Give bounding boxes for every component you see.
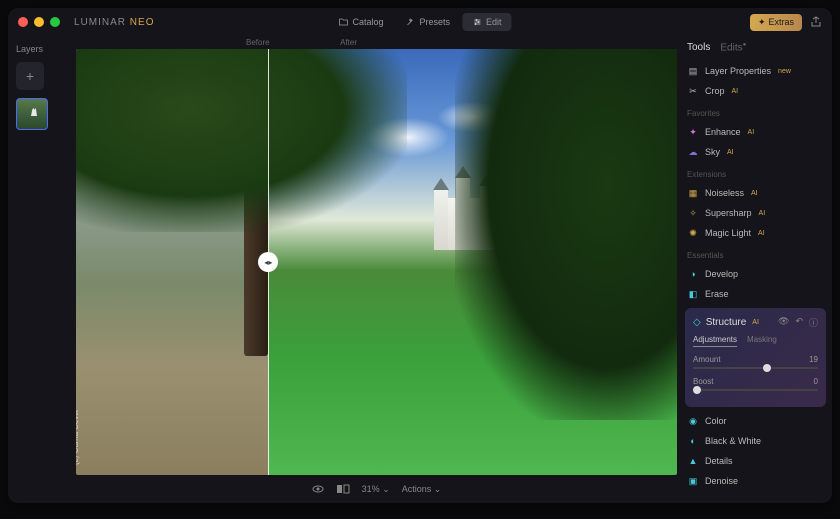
crop-icon: ✂ — [687, 85, 699, 97]
fullscreen-window-button[interactable] — [50, 17, 60, 27]
sharpen-icon: ✧ — [687, 207, 699, 219]
crop-tool[interactable]: ✂CropAI — [687, 81, 824, 101]
amount-slider-row: Amount 19 — [693, 355, 818, 369]
compare-labels: Before After — [76, 36, 677, 49]
color-icon: ◉ — [687, 415, 699, 427]
tab-edits[interactable]: Edits● — [720, 42, 746, 53]
presets-tab[interactable]: Presets — [396, 13, 461, 31]
chevron-down-icon: ⌄ — [434, 484, 442, 494]
eraser-icon: ◧ — [687, 288, 699, 300]
split-view-icon — [336, 484, 350, 494]
amount-slider[interactable] — [693, 367, 818, 369]
minimize-window-button[interactable] — [34, 17, 44, 27]
magic-light-tool[interactable]: ✺Magic LightAI — [687, 223, 824, 243]
amount-value: 19 — [809, 355, 818, 364]
sparkle-icon: ✦ — [687, 126, 699, 138]
denoise-tool[interactable]: ▣Denoise — [687, 471, 824, 491]
compare-handle[interactable]: ◂▸ — [258, 252, 278, 272]
color-tool[interactable]: ◉Color — [687, 411, 824, 431]
chevron-down-icon: ⌄ — [382, 484, 390, 494]
canvas-area: Before After ◂▸ (c) Cuma Cevik — [76, 36, 677, 503]
add-layer-button[interactable]: + — [16, 62, 44, 90]
zoom-level[interactable]: 31% ⌄ — [362, 484, 390, 495]
actions-menu[interactable]: Actions ⌄ — [402, 484, 442, 495]
boost-label: Boost — [693, 377, 713, 386]
sparkle-icon: ✦ — [758, 17, 766, 28]
folder-icon — [338, 17, 348, 27]
panel-tabs: Tools Edits● — [687, 42, 824, 53]
favorites-section: Favorites — [687, 109, 824, 118]
essentials-section: Essentials — [687, 251, 824, 260]
bw-tool[interactable]: ◐Black & White — [687, 431, 824, 451]
compare-mode-button[interactable] — [336, 484, 350, 494]
layers-icon: ▤ — [687, 65, 699, 77]
details-icon: ▲ — [687, 455, 699, 467]
visibility-icon[interactable]: 👁 — [778, 316, 789, 329]
light-icon: ✺ — [687, 227, 699, 239]
boost-slider-row: Boost 0 — [693, 377, 818, 391]
close-window-button[interactable] — [18, 17, 28, 27]
denoise-icon: ▣ — [687, 475, 699, 487]
tree-canopy-left — [76, 49, 407, 232]
after-label: After — [340, 38, 357, 47]
wand-icon — [406, 17, 416, 27]
layer-thumbnail[interactable] — [16, 98, 48, 130]
structure-icon: ◇ — [693, 317, 701, 328]
develop-icon: ◑ — [687, 268, 699, 280]
image-credit: (c) Cuma Cevik — [76, 410, 80, 465]
amount-label: Amount — [693, 355, 721, 364]
layer-properties-tool[interactable]: ▤Layer Propertiesnew — [687, 61, 824, 81]
cloud-icon: ☁ — [687, 146, 699, 158]
layers-panel: Layers + — [8, 36, 76, 503]
details-tool[interactable]: ▲Details — [687, 451, 824, 471]
extensions-section: Extensions — [687, 170, 824, 179]
sliders-icon — [472, 17, 482, 27]
new-badge: new — [778, 68, 791, 75]
noise-icon: ▦ — [687, 187, 699, 199]
app-window: LUMINAR NEO Catalog Presets Edit ✦Extras… — [8, 8, 832, 503]
erase-tool[interactable]: ◧Erase — [687, 284, 824, 304]
tree-canopy-right — [455, 49, 677, 420]
catalog-tab[interactable]: Catalog — [328, 13, 393, 31]
boost-slider[interactable] — [693, 389, 818, 391]
top-mode-switch: Catalog Presets Edit — [328, 13, 511, 31]
supersharp-tool[interactable]: ✧SupersharpAI — [687, 203, 824, 223]
eye-icon — [312, 484, 324, 494]
noiseless-tool[interactable]: ▦NoiselessAI — [687, 183, 824, 203]
masking-tab[interactable]: Masking — [747, 335, 777, 347]
layers-title: Layers — [16, 44, 68, 54]
undo-icon[interactable]: ↶ — [795, 316, 803, 329]
bw-icon: ◐ — [687, 435, 699, 447]
window-controls — [18, 17, 60, 27]
boost-value: 0 — [814, 377, 818, 386]
canvas-bottom-bar: 31% ⌄ Actions ⌄ — [76, 475, 677, 503]
enhance-tool[interactable]: ✦EnhanceAI — [687, 122, 824, 142]
info-icon[interactable]: ⓘ — [809, 316, 818, 329]
main-body: Layers + Before After — [8, 36, 832, 503]
structure-title: Structure — [706, 317, 747, 328]
tab-tools[interactable]: Tools — [687, 42, 710, 53]
top-right: ✦Extras — [750, 14, 822, 31]
image-canvas[interactable]: ◂▸ (c) Cuma Cevik — [76, 49, 677, 475]
structure-tool-panel: ◇ StructureAI 👁 ↶ ⓘ Adjustments Masking … — [685, 308, 826, 407]
titlebar: LUMINAR NEO Catalog Presets Edit ✦Extras — [8, 8, 832, 36]
adjustments-tab[interactable]: Adjustments — [693, 335, 737, 347]
share-icon — [810, 16, 822, 28]
extras-button[interactable]: ✦Extras — [750, 14, 802, 31]
sky-tool[interactable]: ☁SkyAI — [687, 142, 824, 162]
app-logo: LUMINAR NEO — [74, 17, 154, 28]
before-label: Before — [246, 38, 270, 47]
tools-panel: Tools Edits● ▤Layer Propertiesnew ✂CropA… — [677, 36, 832, 503]
visibility-toggle[interactable] — [312, 484, 324, 494]
edit-tab[interactable]: Edit — [462, 13, 512, 31]
share-button[interactable] — [810, 16, 822, 28]
develop-tool[interactable]: ◑Develop — [687, 264, 824, 284]
